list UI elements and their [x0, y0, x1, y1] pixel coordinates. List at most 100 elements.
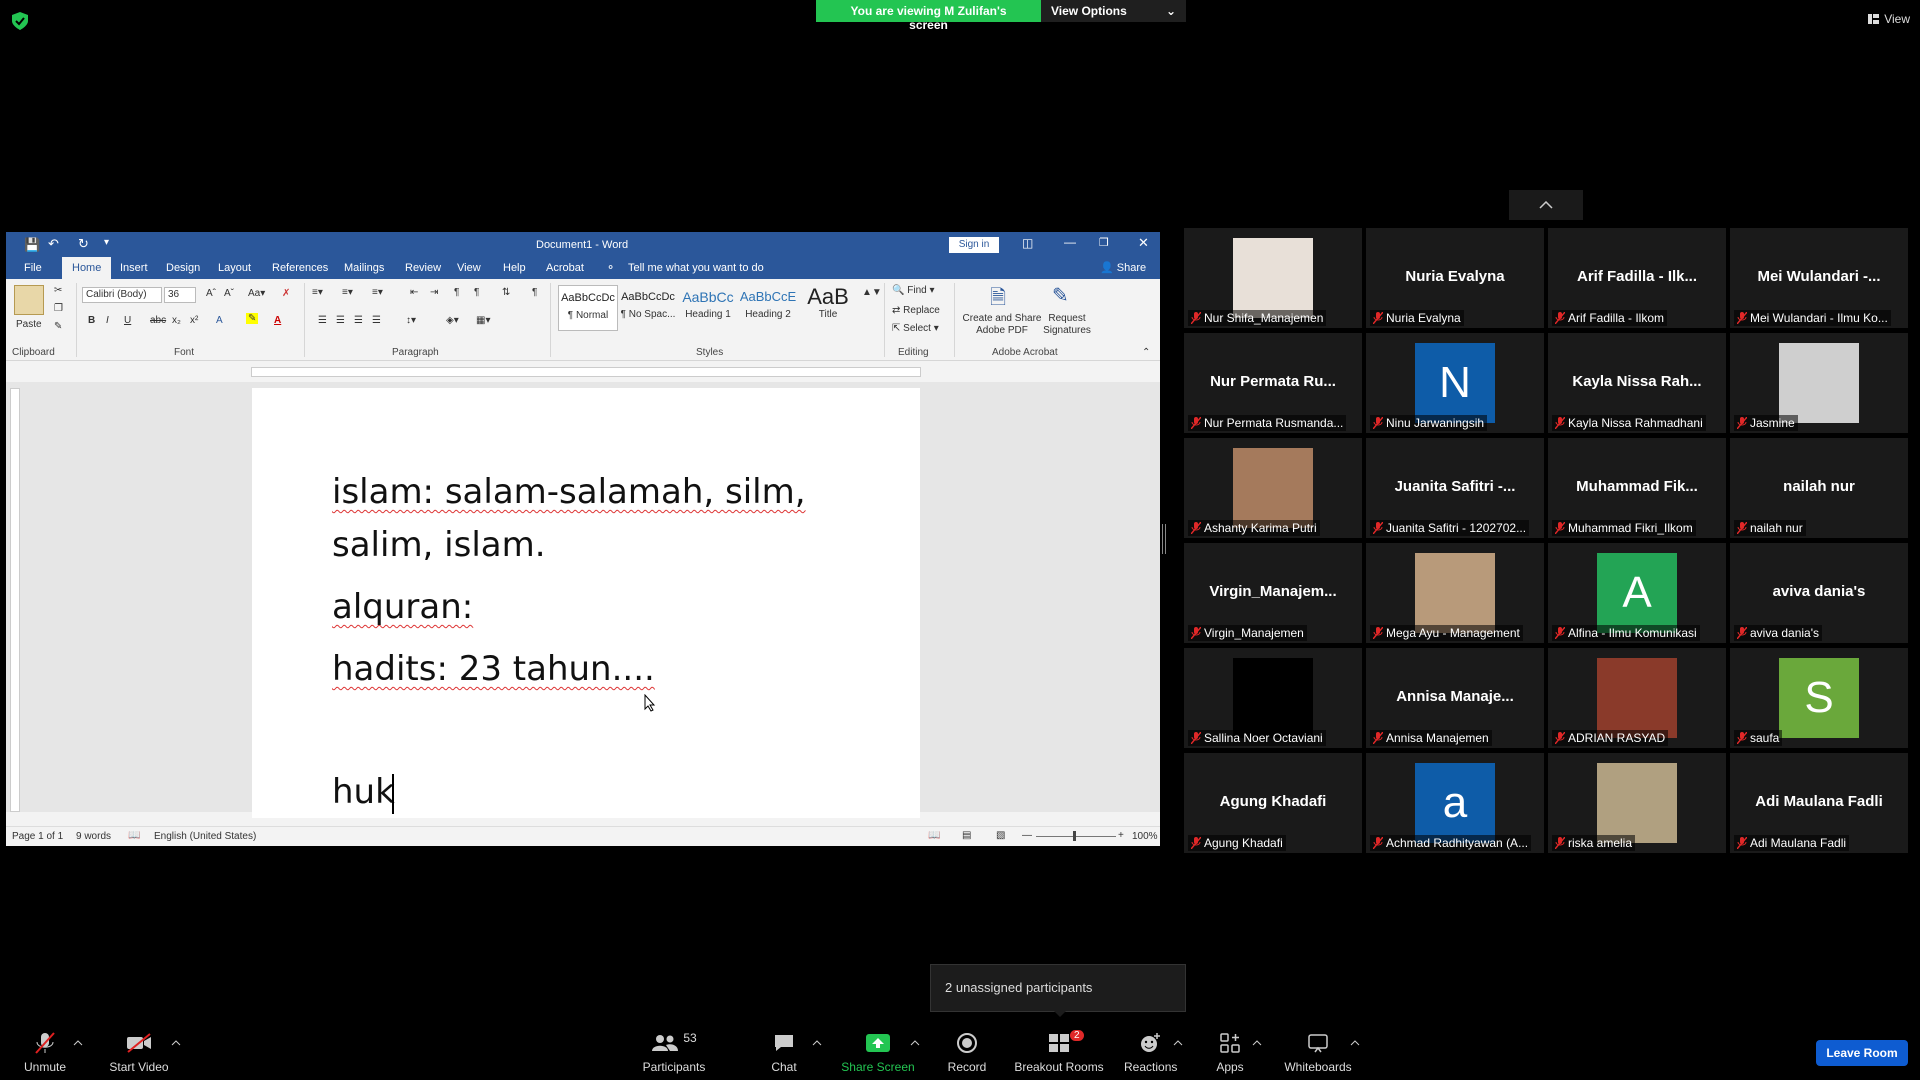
increase-indent-icon[interactable]: ⇥	[430, 287, 438, 298]
record-button[interactable]: Record	[942, 1030, 992, 1078]
shading-icon[interactable]: ◈▾	[446, 315, 459, 326]
undo-icon[interactable]: ↶	[48, 236, 59, 252]
tell-me-search[interactable]: Tell me what you want to do	[628, 257, 764, 279]
customize-qat-icon[interactable]: ▾	[104, 237, 109, 248]
audio-options-caret-icon[interactable]	[73, 1038, 83, 1048]
participant-tile[interactable]: Mei Wulandari -... Mei Wulandari - Ilmu K…	[1730, 228, 1908, 328]
participant-tile[interactable]: Adi Maulana Fadli Adi Maulana Fadli	[1730, 753, 1908, 853]
underline-icon[interactable]: U	[124, 315, 131, 326]
style-heading-2[interactable]: AaBbCcE Heading 2	[738, 285, 798, 331]
language[interactable]: English (United States)	[154, 831, 256, 842]
style-heading-1[interactable]: AaBbCc Heading 1	[678, 285, 738, 331]
reactions-options-caret-icon[interactable]	[1173, 1038, 1183, 1048]
restore-icon[interactable]: ❐	[1099, 236, 1109, 249]
ltr-icon[interactable]: ¶	[454, 287, 459, 298]
bullets-icon[interactable]: ≡▾	[312, 287, 323, 298]
zoom-out-icon[interactable]: —	[1022, 830, 1032, 841]
participants-button[interactable]: 53 Participants	[638, 1030, 710, 1078]
justify-icon[interactable]: ☰	[372, 315, 381, 326]
tab-acrobat[interactable]: Acrobat	[546, 257, 584, 279]
participant-tile[interactable]: Virgin_Manajem... Virgin_Manajemen	[1184, 543, 1362, 643]
view-options-button[interactable]: View Options ⌄	[1041, 0, 1186, 22]
web-layout-icon[interactable]: ▧	[996, 830, 1005, 841]
participant-tile[interactable]: Mega Ayu - Management	[1366, 543, 1544, 643]
share-screen-button[interactable]: Share Screen	[840, 1030, 916, 1078]
sign-in-button[interactable]: Sign in	[949, 237, 999, 253]
participant-tile[interactable]: Nur Permata Ru... Nur Permata Rusmanda...	[1184, 333, 1362, 433]
paste-icon[interactable]	[14, 285, 44, 315]
reactions-button[interactable]: Reactions	[1124, 1030, 1177, 1078]
whiteboards-options-caret-icon[interactable]	[1350, 1038, 1360, 1048]
participant-tile[interactable]: Jasmine	[1730, 333, 1908, 433]
style-no-spacing[interactable]: AaBbCcDc ¶ No Spac...	[618, 285, 678, 331]
participant-tile[interactable]: nailah nur nailah nur	[1730, 438, 1908, 538]
zoom-level[interactable]: 100%	[1132, 831, 1158, 842]
document-line[interactable]: huk	[332, 772, 395, 812]
ribbon-display-icon[interactable]: ◫	[1022, 236, 1033, 250]
copy-icon[interactable]: ❐	[54, 303, 63, 314]
tab-insert[interactable]: Insert	[120, 257, 148, 279]
proofing-icon[interactable]: 📖	[128, 830, 140, 841]
share-options-caret-icon[interactable]	[910, 1038, 920, 1048]
tab-review[interactable]: Review	[405, 257, 441, 279]
participant-tile[interactable]: Nuria Evalyna Nuria Evalyna	[1366, 228, 1544, 328]
tab-file[interactable]: File	[24, 257, 42, 279]
line-spacing-icon[interactable]: ↕▾	[406, 315, 416, 326]
save-icon[interactable]: 💾	[24, 237, 40, 253]
participant-tile[interactable]: aviva dania's aviva dania's	[1730, 543, 1908, 643]
rtl-icon[interactable]: ¶	[474, 287, 479, 298]
participant-tile[interactable]: Arif Fadilla - Ilk... Arif Fadilla - Ilko…	[1548, 228, 1726, 328]
font-color-icon[interactable]: A	[274, 315, 281, 326]
align-right-icon[interactable]: ☰	[354, 315, 363, 326]
tab-layout[interactable]: Layout	[218, 257, 251, 279]
participant-tile[interactable]: riska amelia	[1548, 753, 1726, 853]
participant-tile[interactable]: Nur Shifa_Manajemen	[1184, 228, 1362, 328]
read-mode-icon[interactable]: 📖	[928, 830, 940, 841]
participant-tile[interactable]: Ssaufa	[1730, 648, 1908, 748]
italic-icon[interactable]: I	[106, 315, 109, 326]
apps-options-caret-icon[interactable]	[1252, 1038, 1262, 1048]
subscript-icon[interactable]: x₂	[172, 315, 181, 326]
borders-icon[interactable]: ▦▾	[476, 315, 490, 326]
grow-font-icon[interactable]: Aˆ	[206, 288, 216, 299]
create-pdf-icon[interactable]: 🗎	[990, 283, 1006, 317]
word-count[interactable]: 9 words	[76, 831, 111, 842]
cut-icon[interactable]: ✂	[54, 285, 62, 296]
style-normal[interactable]: AaBbCcDc ¶ Normal	[558, 285, 618, 331]
view-button[interactable]: View	[1868, 12, 1910, 26]
style-title[interactable]: AaB Title	[798, 285, 858, 331]
chat-options-caret-icon[interactable]	[812, 1038, 822, 1048]
participant-tile[interactable]: Kayla Nissa Rah... Kayla Nissa Rahmadhani	[1548, 333, 1726, 433]
start-video-button[interactable]: Start Video	[104, 1030, 174, 1078]
zoom-slider-thumb[interactable]	[1073, 831, 1076, 841]
numbering-icon[interactable]: ≡▾	[342, 287, 353, 298]
strikethrough-icon[interactable]: abc	[150, 315, 166, 326]
collapse-ribbon-icon[interactable]: ⌃	[1142, 347, 1150, 358]
select-button[interactable]: ⇱ Select ▾	[892, 323, 939, 334]
unmute-button[interactable]: Unmute	[20, 1030, 70, 1078]
font-name-select[interactable]: Calibri (Body)	[82, 287, 162, 303]
document-line[interactable]: alquran:	[332, 587, 473, 627]
horizontal-ruler[interactable]	[251, 367, 921, 377]
print-layout-icon[interactable]: ▤	[962, 830, 971, 841]
replace-button[interactable]: ⇄ Replace	[892, 305, 940, 316]
format-painter-icon[interactable]: ✎	[54, 321, 62, 332]
participant-tile[interactable]: A Alfina - Ilmu Komunikasi	[1548, 543, 1726, 643]
redo-icon[interactable]: ↻	[78, 236, 89, 252]
participant-tile[interactable]: Ashanty Karima Putri	[1184, 438, 1362, 538]
leave-room-button[interactable]: Leave Room	[1816, 1040, 1908, 1066]
paste-label[interactable]: Paste	[16, 319, 42, 330]
chat-button[interactable]: Chat	[766, 1030, 802, 1078]
document-page[interactable]: islam: salam-salamah, silm, salim, islam…	[252, 388, 920, 818]
participant-tile[interactable]: Juanita Safitri -... Juanita Safitri - 12…	[1366, 438, 1544, 538]
participant-tile[interactable]: Agung Khadafi Agung Khadafi	[1184, 753, 1362, 853]
multilevel-list-icon[interactable]: ≡▾	[372, 287, 383, 298]
participant-tile[interactable]: Annisa Manaje... Annisa Manajemen	[1366, 648, 1544, 748]
tab-mailings[interactable]: Mailings	[344, 257, 384, 279]
tab-home[interactable]: Home	[62, 257, 112, 279]
show-marks-icon[interactable]: ¶	[532, 287, 537, 298]
tab-help[interactable]: Help	[503, 257, 526, 279]
request-signatures-button[interactable]: Request Signatures	[1042, 313, 1092, 337]
decrease-indent-icon[interactable]: ⇤	[410, 287, 418, 298]
participant-tile[interactable]: a Achmad Radhityawan (A...	[1366, 753, 1544, 853]
